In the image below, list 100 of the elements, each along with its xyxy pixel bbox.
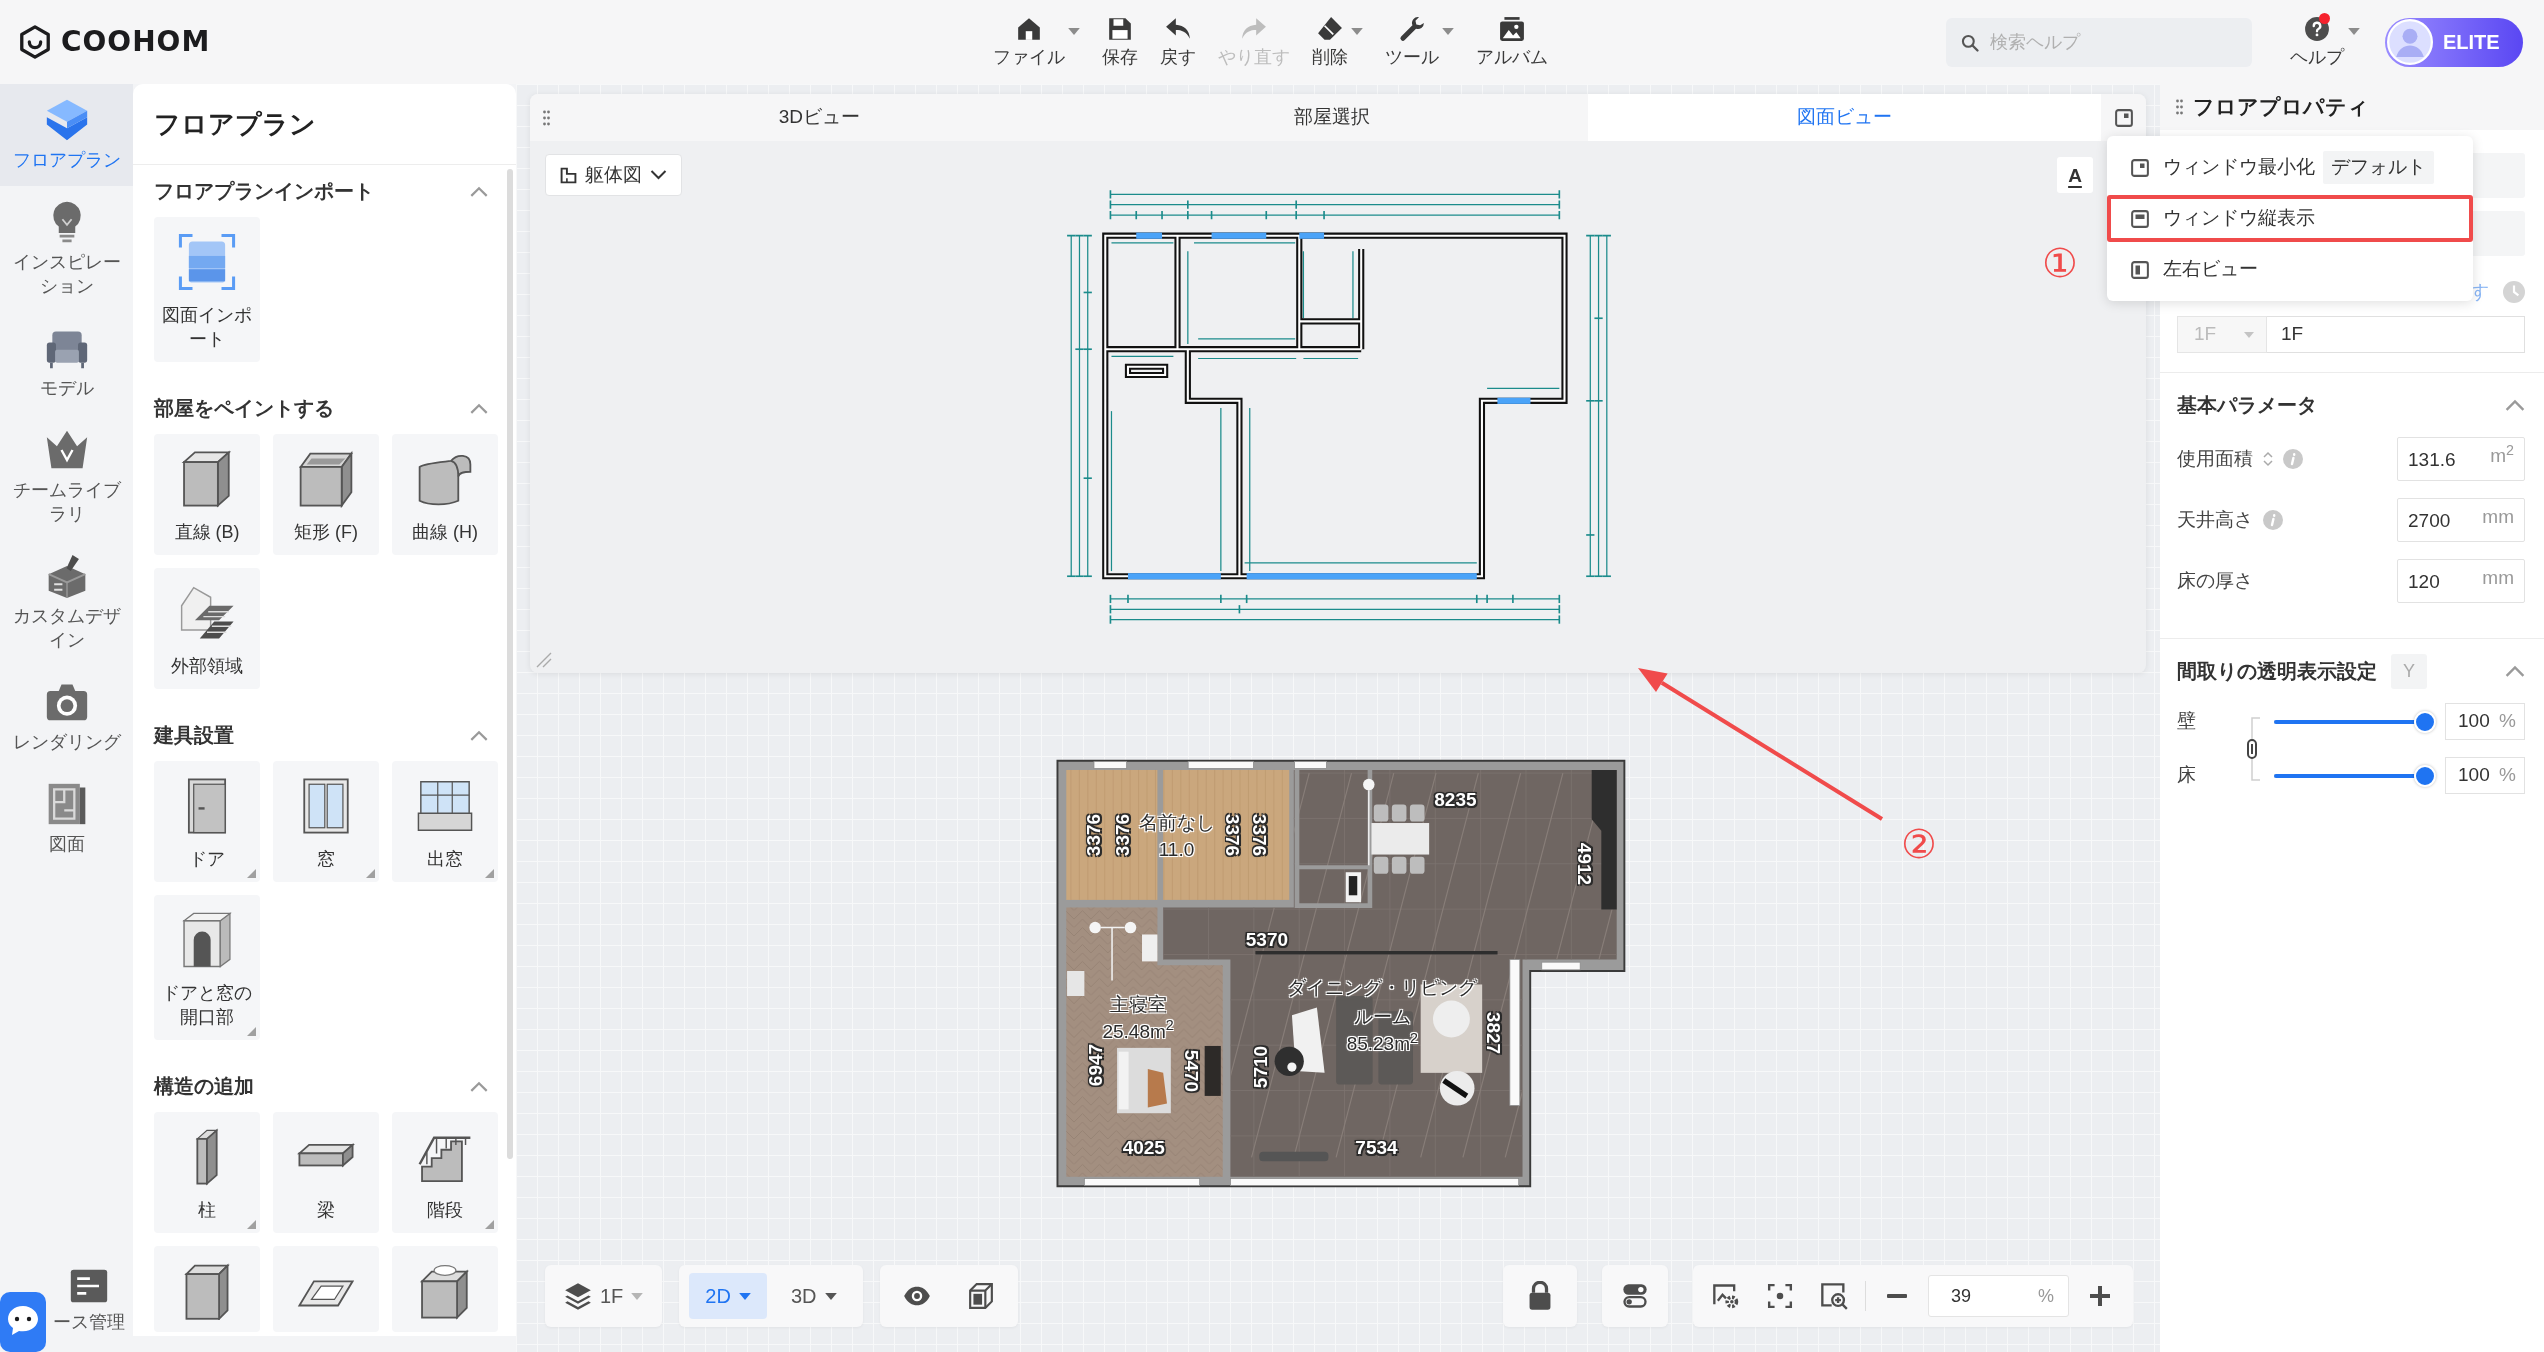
open-box-icon [297, 450, 355, 508]
tool-tile[interactable]: 直線 (B) [154, 434, 260, 555]
view-mode-button[interactable]: 3D [774, 1273, 853, 1319]
dimension-label: 5470 [1179, 1050, 1202, 1093]
sidebar-item[interactable]: ース管理 [47, 1266, 133, 1352]
section-title: 部屋をペイントする [154, 396, 334, 421]
lock-icon [1528, 1281, 1552, 1311]
tool-tile[interactable]: 柱 [154, 1112, 260, 1233]
caret-icon [824, 1292, 837, 1300]
logo-text: COOHOM [61, 28, 211, 56]
section-title: 基本パラメータ [2177, 393, 2317, 418]
layer-select[interactable]: 躯体図 [545, 154, 682, 196]
input-field[interactable]: 100 % [2445, 757, 2525, 794]
tab[interactable]: 図面ビュー [1588, 94, 2101, 141]
tab[interactable]: 部屋選択 [1075, 94, 1589, 141]
dimension-label: 3376 [1221, 813, 1244, 856]
caret-icon [631, 1292, 644, 1300]
tool-tile[interactable] [154, 1246, 260, 1332]
room-name: ダイニング・リビングルーム [1286, 976, 1479, 1030]
dimension-label: 6947 [1084, 1044, 1107, 1087]
toolbar-button[interactable]: アルバム [1476, 15, 1548, 69]
drag-handle-icon [2176, 99, 2183, 115]
scrollbar[interactable] [507, 169, 513, 1159]
toggle-icon [1621, 1282, 1649, 1310]
panel-layout-icon [2114, 108, 2133, 127]
sidebar-item[interactable]: インスピレーション [0, 186, 133, 312]
section-title: 建具設置 [154, 723, 234, 748]
input-field[interactable]: 100 % [2445, 703, 2525, 740]
view-mode-button[interactable]: 2D [689, 1273, 767, 1319]
account-button[interactable]: ELITE [2385, 17, 2523, 67]
zoom-field[interactable]: 39 % [1928, 1275, 2069, 1317]
save-icon [1107, 15, 1133, 42]
chevron-up-icon[interactable] [470, 185, 488, 197]
section-title: 間取りの透明表示設定 [2177, 659, 2377, 684]
slider-thumb[interactable] [2414, 764, 2436, 787]
tool-tile[interactable]: ドアと窓の開口部 [154, 895, 260, 1040]
input-field[interactable]: 120 mm [2397, 559, 2525, 603]
minus-icon [1887, 1294, 1907, 1298]
image-icon [1499, 15, 1525, 42]
menu-item[interactable]: ウィンドウ縦表示 [2107, 195, 2473, 242]
search-field[interactable]: 検索ヘルプ [1946, 17, 2252, 67]
sidebar-item[interactable]: 図面 [0, 768, 133, 870]
help-button[interactable]: ヘルプ [2290, 15, 2360, 69]
sidebar-item[interactable]: フロアプラン [0, 84, 133, 186]
tool-tile[interactable]: 窓 [273, 761, 379, 882]
caret-icon [738, 1292, 751, 1300]
tool-tile[interactable]: 梁 [273, 1112, 379, 1233]
panel-title: フロアプロパティ [2193, 94, 2369, 121]
tool-tile[interactable]: 外部領域 [154, 568, 260, 689]
chevron-up-icon[interactable] [470, 729, 488, 741]
toolbar-button[interactable]: 保存 [1102, 15, 1138, 69]
sidebar-item[interactable]: カスタムデザイン [0, 540, 133, 666]
floor-switcher[interactable]: 1F [555, 1273, 653, 1319]
tool-tile[interactable]: ドア [154, 761, 260, 882]
dimension-label: 3376 [1082, 813, 1105, 856]
chat-bubble-icon[interactable] [0, 1292, 46, 1352]
tool-tile[interactable] [392, 1246, 498, 1332]
dimension-label: 3376 [1248, 813, 1271, 856]
layers-icon [564, 1282, 592, 1310]
toolbar-button[interactable]: ファイル [993, 15, 1080, 69]
menu-item[interactable]: ウィンドウ最小化 デフォルト [2107, 144, 2473, 191]
toolbar-button[interactable]: 削除 [1312, 15, 1363, 69]
chevron-up-icon[interactable] [2505, 665, 2525, 677]
room-area: 85.23m$^{2}$ [1346, 1031, 1418, 1058]
panel-layout-icon [2131, 260, 2149, 279]
text-style-button[interactable]: A [2057, 157, 2093, 193]
dimension-label: 5710 [1250, 1046, 1273, 1089]
tab[interactable]: 3Dビュー [563, 94, 1076, 141]
tool-tile[interactable] [273, 1246, 379, 1332]
dimension-label: 4025 [1122, 1137, 1165, 1160]
chevron-up-icon[interactable] [470, 1080, 488, 1092]
tool-tile[interactable]: 曲線 (H) [392, 434, 498, 555]
chevron-up-icon[interactable] [470, 402, 488, 414]
tool-tile[interactable]: 図面インポート [154, 217, 260, 362]
tool-tile[interactable]: 出窓 [392, 761, 498, 882]
resize-handle-icon[interactable] [536, 652, 552, 668]
sidebar-item[interactable]: チームライブラリ [0, 414, 133, 540]
sidebar-item[interactable]: レンダリング [0, 666, 133, 768]
slider-thumb[interactable] [2414, 710, 2436, 733]
clock-icon [2503, 281, 2525, 303]
toolbar-button[interactable]: ツール [1385, 15, 1454, 69]
sidebar-item[interactable]: モデル [0, 312, 133, 414]
input-field[interactable]: 131.6 m$^{2}$ [2397, 437, 2525, 481]
field-label: 天井高さ [2177, 507, 2253, 532]
toolbar-button[interactable]: 戻す [1160, 15, 1196, 69]
menu-item[interactable]: 左右ビュー [2107, 246, 2473, 293]
tool-tile[interactable]: 矩形 (F) [273, 434, 379, 555]
room-area: 25.48m$^{2}$ [1102, 1018, 1174, 1044]
input-field[interactable]: 2700 mm [2397, 498, 2525, 542]
zoom-frame-icon [1820, 1282, 1848, 1310]
section-title: フロアプランインポート [154, 179, 374, 204]
search-icon [1960, 32, 1980, 53]
tool-tile[interactable]: 階段 [392, 1112, 498, 1233]
chevron-up-icon[interactable] [2505, 399, 2525, 411]
floor-name-field[interactable]: 1F [2267, 316, 2525, 353]
section-title: 構造の追加 [154, 1074, 254, 1099]
plus-icon [2090, 1286, 2110, 1306]
slider-label: 床 [2177, 763, 2197, 788]
isometric-layers-icon [44, 98, 89, 142]
caret-icon [2348, 27, 2360, 35]
